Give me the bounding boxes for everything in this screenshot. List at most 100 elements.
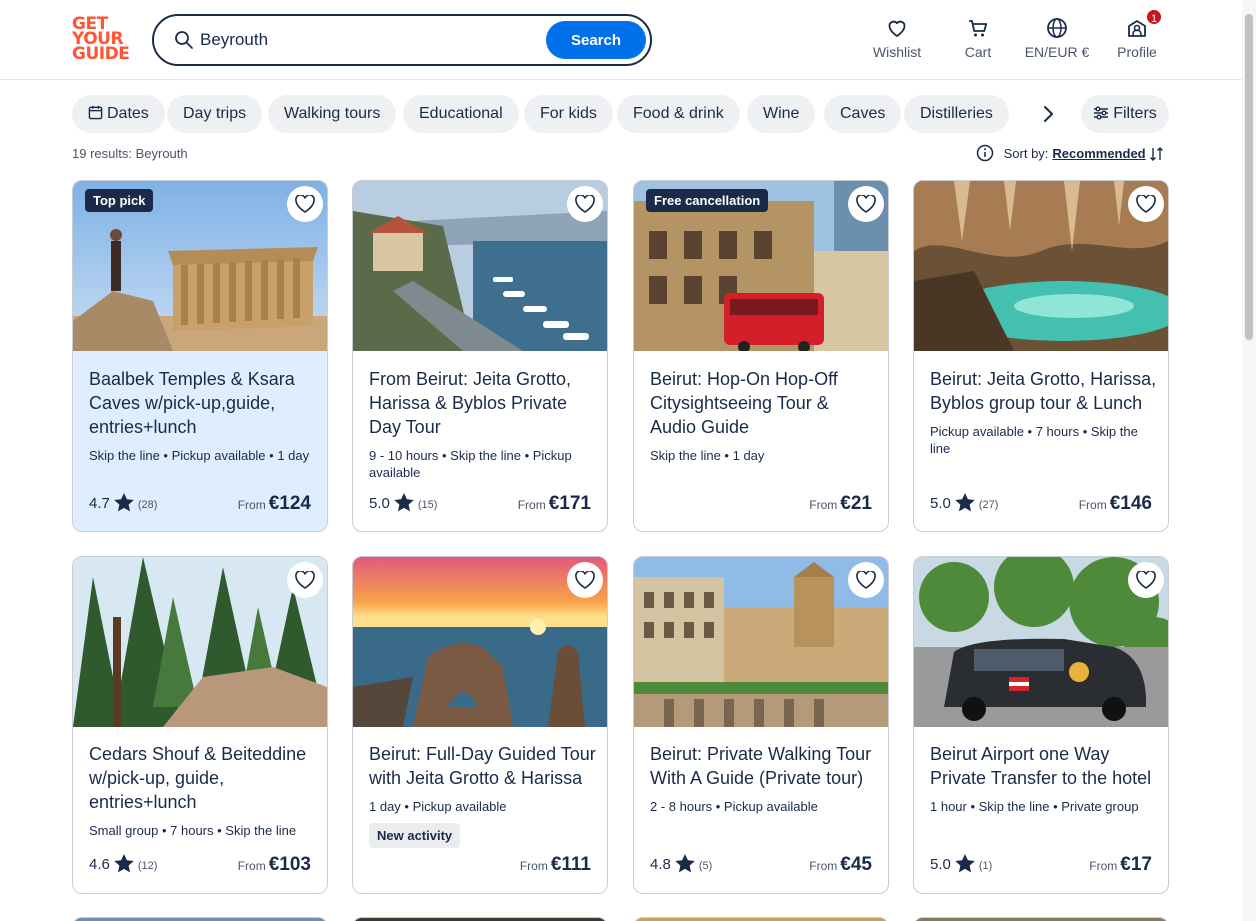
price-from-label: From — [1078, 498, 1107, 512]
activity-meta: Skip the line • Pickup available • 1 day — [89, 448, 310, 463]
globe-icon — [1047, 18, 1067, 38]
chip-walking-tours[interactable]: Walking tours — [268, 95, 397, 133]
sort-value[interactable]: Recommended — [1052, 146, 1145, 161]
wishlist-heart-button[interactable] — [567, 186, 603, 222]
wishlist-heart-button[interactable] — [848, 186, 884, 222]
wishlist-heart-button[interactable] — [287, 562, 323, 598]
results-count: 19 results: Beyrouth — [72, 146, 188, 161]
activity-card[interactable]: Beirut: Jeita Grotto, Harissa, Byblos gr… — [913, 180, 1169, 532]
chip-distilleries[interactable]: Distilleries — [904, 95, 1009, 133]
activity-title[interactable]: Beirut Airport one Way Private Transfer … — [930, 742, 1158, 790]
activity-meta: 1 day • Pickup available — [369, 799, 507, 814]
search-button[interactable]: Search — [546, 21, 646, 59]
review-count: (5) — [698, 860, 713, 872]
activity-title[interactable]: Cedars Shouf & Beiteddine w/pick-up, gui… — [89, 742, 317, 814]
heart-icon — [575, 571, 595, 589]
chip-label: Dates — [107, 105, 149, 122]
activity-title[interactable]: Beirut: Jeita Grotto, Harissa, Byblos gr… — [930, 367, 1158, 415]
activity-card-partial[interactable] — [633, 917, 889, 921]
chip-day-trips[interactable]: Day trips — [167, 95, 263, 133]
activity-rating: 5.0 (27) — [930, 493, 998, 512]
activity-card[interactable]: Cedars Shouf & Beiteddine w/pick-up, gui… — [72, 556, 328, 894]
chip-for-kids[interactable]: For kids — [524, 95, 613, 133]
wishlist-heart-button[interactable] — [1128, 186, 1164, 222]
activity-image — [914, 557, 1168, 727]
price-value: €124 — [268, 493, 311, 514]
activity-price: From €111 — [520, 854, 591, 876]
sort-label: Sort by: — [1003, 146, 1049, 161]
page-scrollbar[interactable] — [1242, 0, 1256, 921]
wishlist-heart-button[interactable] — [1128, 562, 1164, 598]
wishlist-heart-button[interactable] — [287, 186, 323, 222]
search-input[interactable] — [200, 28, 540, 52]
filters-button[interactable]: Filters — [1081, 95, 1169, 133]
chip-label: Walking tours — [284, 105, 381, 122]
activity-card[interactable]: Beirut: Private Walking Tour With A Guid… — [633, 556, 889, 894]
activity-title[interactable]: Baalbek Temples & Ksara Caves w/pick-up,… — [89, 367, 317, 439]
nav-profile[interactable]: 1 Profile — [1115, 8, 1163, 60]
chip-label: Caves — [840, 105, 886, 122]
activity-meta: Small group • 7 hours • Skip the line — [89, 823, 297, 838]
price-from-label: From — [809, 859, 838, 873]
star-icon — [114, 493, 134, 512]
activity-card[interactable]: From Beirut: Jeita Grotto, Harissa & Byb… — [352, 180, 608, 532]
sort-arrows-icon — [1150, 147, 1164, 161]
scrollbar-thumb[interactable] — [1245, 14, 1253, 340]
chevron-right-icon[interactable] — [1037, 103, 1059, 125]
chip-wine[interactable]: Wine — [747, 95, 816, 133]
review-count: (12) — [137, 860, 158, 872]
rating-value: 5.0 — [369, 495, 390, 512]
chip-label: Educational — [419, 105, 503, 122]
nav-language-currency[interactable]: EN/EUR € — [1022, 16, 1092, 60]
wishlist-heart-button[interactable] — [567, 562, 603, 598]
activity-title[interactable]: From Beirut: Jeita Grotto, Harissa & Byb… — [369, 367, 597, 439]
wishlist-heart-button[interactable] — [848, 562, 884, 598]
activity-card-partial[interactable] — [352, 917, 608, 921]
activity-price: From €171 — [518, 493, 591, 515]
chip-food-drink[interactable]: Food & drink — [617, 95, 740, 133]
activity-card[interactable]: Free cancellation Beirut: Hop-On Hop-Off… — [633, 180, 889, 532]
chip-educational[interactable]: Educational — [403, 95, 519, 133]
chips-fade — [1008, 95, 1036, 133]
activity-meta: 1 hour • Skip the line • Private group — [930, 799, 1139, 814]
activity-title[interactable]: Beirut: Full-Day Guided Tour with Jeita … — [369, 742, 597, 790]
activity-rating: 5.0 (15) — [369, 493, 437, 512]
activity-image — [914, 181, 1168, 351]
price-from-label: From — [1089, 859, 1118, 873]
chip-dates[interactable]: Dates — [72, 95, 165, 133]
activity-meta: 9 - 10 hours • Skip the line • Pickup av… — [369, 448, 572, 480]
activity-rating: 4.6 (12) — [89, 854, 157, 873]
rating-value: 5.0 — [930, 856, 951, 873]
chip-caves[interactable]: Caves — [824, 95, 902, 133]
activity-title[interactable]: Beirut: Private Walking Tour With A Guid… — [650, 742, 878, 790]
activity-card[interactable]: Top pick Baalbek Temples & Ksara Caves w… — [72, 180, 328, 532]
rating-value: 4.8 — [650, 856, 671, 873]
nav-wishlist[interactable]: Wishlist — [870, 16, 924, 60]
chip-label: Day trips — [183, 105, 247, 122]
logo-text-line3: GUIDE — [72, 44, 130, 64]
activity-title[interactable]: Beirut: Hop-On Hop-Off Citysightseeing T… — [650, 367, 878, 439]
nav-cart[interactable]: Cart — [958, 16, 998, 60]
review-count: (27) — [978, 499, 999, 511]
sort-control[interactable]: Sort by: Recommended — [976, 144, 1165, 162]
heart-icon — [295, 195, 315, 213]
activity-meta: 2 - 8 hours • Pickup available — [650, 799, 818, 814]
heart-icon — [575, 195, 595, 213]
activity-card-partial[interactable] — [913, 917, 1169, 921]
info-icon[interactable] — [976, 144, 994, 162]
chip-label: Distilleries — [920, 105, 993, 122]
price-from-label: From — [237, 859, 266, 873]
activity-card[interactable]: Beirut: Full-Day Guided Tour with Jeita … — [352, 556, 608, 894]
star-icon — [114, 854, 134, 873]
price-value: €17 — [1120, 854, 1152, 875]
review-count: (1) — [978, 860, 993, 872]
price-value: €21 — [840, 493, 872, 514]
activity-rating: 4.8 (5) — [650, 854, 712, 873]
top-pick-badge: Top pick — [85, 189, 154, 212]
heart-icon — [1136, 571, 1156, 589]
cart-icon — [969, 20, 988, 37]
getyourguide-logo[interactable]: GET YOUR GUIDE — [72, 16, 130, 64]
price-value: €171 — [548, 493, 591, 514]
activity-card[interactable]: Beirut Airport one Way Private Transfer … — [913, 556, 1169, 894]
activity-card-partial[interactable] — [72, 917, 328, 921]
